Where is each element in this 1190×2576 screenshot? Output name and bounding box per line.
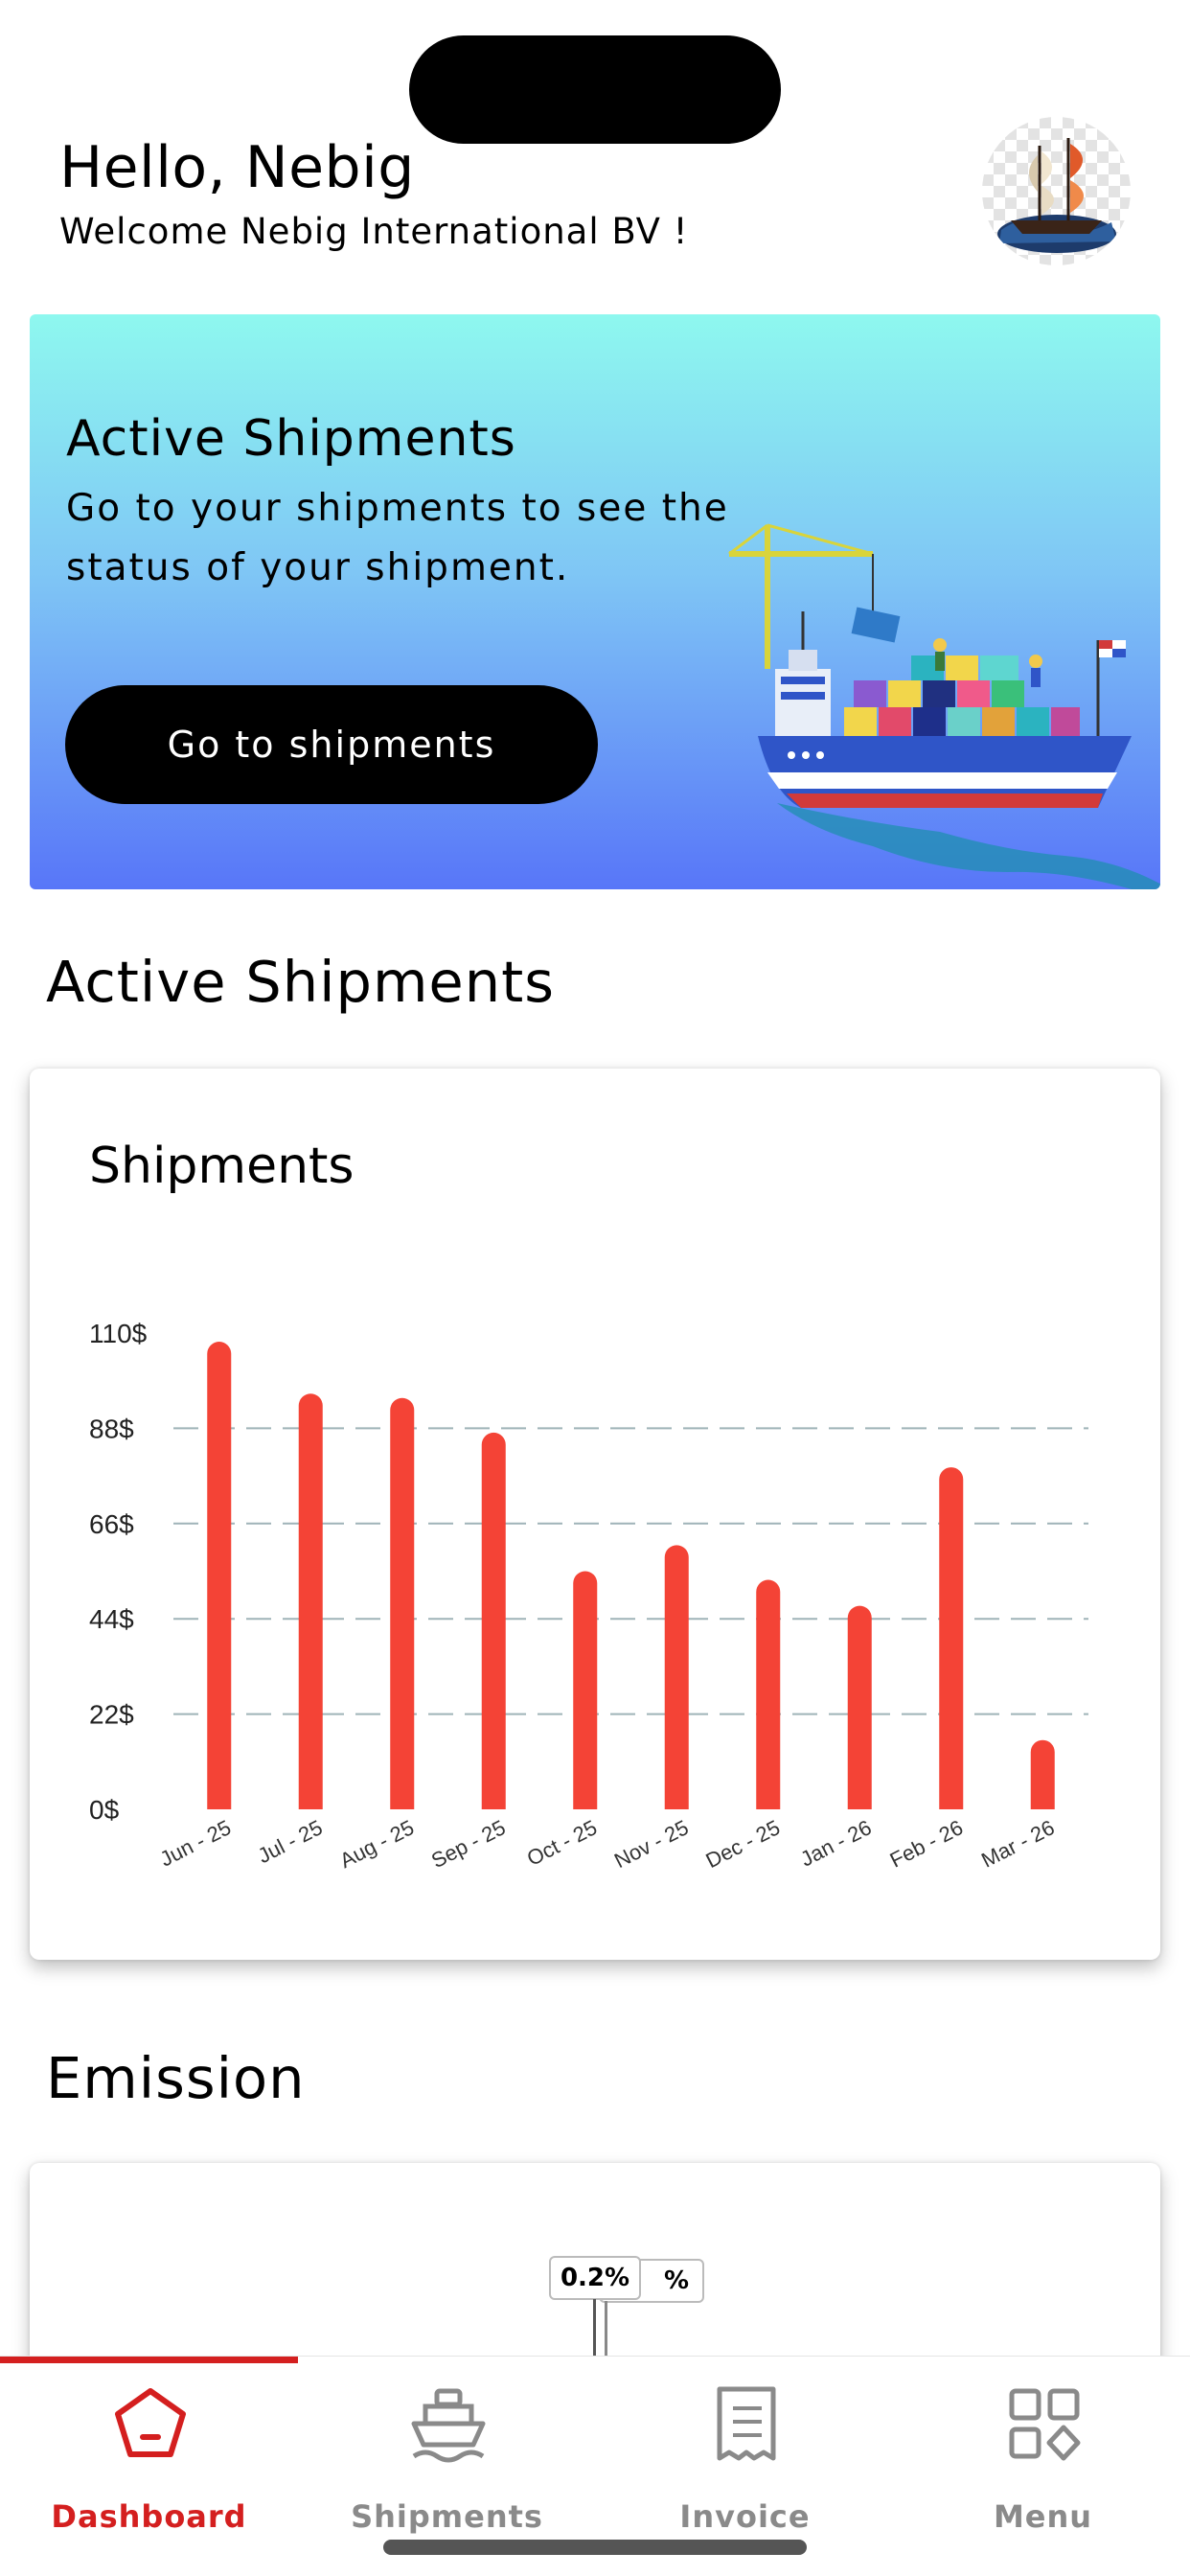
tab-dashboard[interactable]: Dashboard (0, 2357, 298, 2548)
chart-bar[interactable] (298, 1393, 323, 1809)
dynamic-island (409, 35, 781, 144)
x-tick-label: Oct - 25 (523, 1815, 601, 1871)
ship-icon (411, 2388, 486, 2463)
chart-bar[interactable] (756, 1579, 781, 1809)
tab-label-dashboard: Dashboard (51, 2498, 247, 2535)
x-tick-label: Jun - 25 (156, 1815, 235, 1871)
tab-label-invoice: Invoice (679, 2498, 811, 2535)
tab-shipments[interactable]: Shipments (298, 2357, 596, 2548)
avatar[interactable] (982, 117, 1131, 265)
greeting-title: Hello, Nebig (59, 134, 415, 201)
active-shipments-banner: Active Shipments Go to your shipments to… (30, 314, 1160, 889)
x-tick-label: Dec - 25 (702, 1815, 784, 1873)
chart-bar[interactable] (1030, 1739, 1055, 1809)
y-tick-label: 0$ (89, 1795, 120, 1825)
y-tick-label: 110$ (89, 1319, 148, 1348)
receipt-icon (717, 2386, 776, 2461)
x-tick-label: Mar - 26 (977, 1815, 1058, 1872)
shipments-bar-chart: 0$ 22$ 44$ 66$ 88$ 110$ Jun - 25 Jul - 25 Aug - … (89, 1319, 1088, 1873)
chart-bar[interactable] (481, 1432, 506, 1809)
chart-bar[interactable] (207, 1342, 232, 1809)
tab-menu[interactable]: Menu (894, 2357, 1190, 2548)
active-shipments-heading: Active Shipments (46, 949, 555, 1015)
pentagon-home-icon (115, 2388, 186, 2457)
emission-heading: Emission (46, 2045, 306, 2111)
grid-menu-icon (1009, 2388, 1081, 2461)
banner-title: Active Shipments (66, 410, 516, 468)
chart-bar[interactable] (939, 1467, 964, 1809)
chart-bar[interactable] (664, 1545, 689, 1809)
shipments-chart-card: Shipments 0$ 22$ 44$ 66$ 88$ 110$ Jun - 25 Jul … (30, 1069, 1160, 1960)
x-tick-label: Jul - 25 (254, 1815, 327, 1868)
home-indicator (383, 2540, 807, 2555)
banner-description: Go to your shipments to see the status o… (66, 487, 729, 589)
tab-label-menu: Menu (993, 2498, 1093, 2535)
welcome-subtitle: Welcome Nebig International BV ! (59, 211, 689, 252)
y-tick-label: 44$ (89, 1604, 134, 1634)
y-tick-label: 88$ (89, 1414, 134, 1443)
tab-invoice[interactable]: Invoice (596, 2357, 894, 2548)
y-tick-label: 66$ (89, 1509, 134, 1539)
emission-tooltip-front: 0.2% (549, 2256, 641, 2300)
x-tick-label: Nov - 25 (610, 1815, 692, 1873)
cargo-ship-illustration (728, 523, 1160, 889)
chart-bar[interactable] (573, 1571, 598, 1810)
x-tick-label: Feb - 26 (886, 1815, 967, 1872)
chart-bar[interactable] (390, 1397, 415, 1809)
x-tick-label: Sep - 25 (427, 1815, 509, 1873)
chart-bar[interactable] (847, 1605, 872, 1809)
tab-label-shipments: Shipments (351, 2498, 543, 2535)
x-tick-label: Jan - 26 (796, 1815, 875, 1871)
ship-logo-icon (997, 138, 1116, 253)
x-tick-label: Aug - 25 (336, 1815, 418, 1873)
go-to-shipments-button[interactable]: Go to shipments (65, 685, 598, 804)
y-tick-label: 22$ (89, 1700, 134, 1730)
